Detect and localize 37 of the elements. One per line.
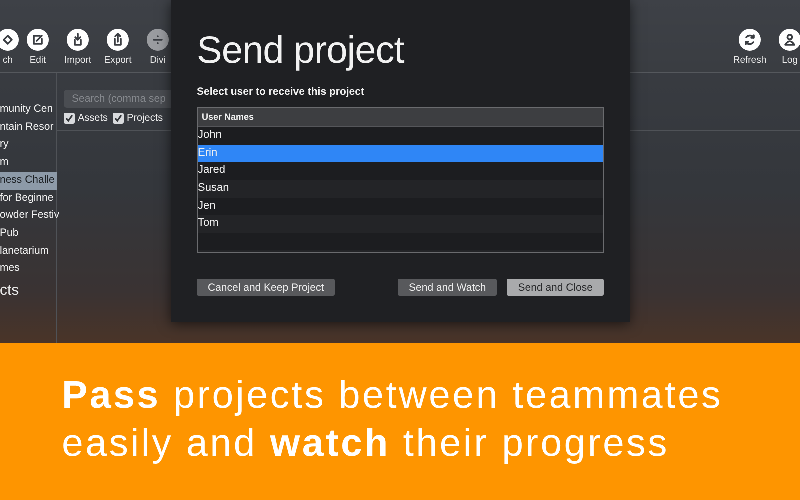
sidebar-item[interactable]: ness Challe — [0, 172, 57, 190]
table-row[interactable]: Tom — [198, 215, 603, 234]
divide-icon — [147, 29, 169, 51]
default-button[interactable]: Send and Close — [507, 279, 604, 296]
sidebar-item[interactable]: ry — [0, 136, 11, 154]
sidebar-item[interactable]: mes — [0, 260, 22, 278]
filter-checkbox[interactable]: Projects — [113, 113, 164, 124]
dialog-button[interactable]: Send and Watch — [398, 279, 498, 296]
sidebar-item[interactable]: for Beginne — [0, 190, 56, 208]
toolbar-button[interactable]: Log — [770, 29, 800, 66]
checkbox[interactable] — [64, 113, 75, 124]
toolbar-button[interactable]: Divi — [138, 29, 178, 66]
export-icon — [107, 29, 129, 51]
sidebar-item[interactable]: m — [0, 154, 11, 172]
sidebar-item[interactable]: Pub — [0, 224, 21, 243]
section-heading: cts — [0, 282, 20, 300]
dialog-title: Send project — [197, 30, 406, 72]
dialog-button[interactable]: Cancel and Keep Project — [197, 279, 336, 296]
import-icon — [67, 29, 89, 51]
edit-icon — [27, 29, 49, 51]
table-row[interactable]: Susan — [198, 180, 603, 198]
sidebar-item[interactable]: ntain Resor — [0, 118, 56, 136]
refresh-icon — [739, 29, 761, 51]
sidebar-item[interactable]: lanetarium — [0, 242, 52, 260]
toolbar-button[interactable]: Import — [58, 29, 98, 66]
toolbar-button[interactable]: Refresh — [730, 29, 770, 66]
toolbar-button[interactable]: ch — [0, 29, 18, 66]
user-icon — [779, 29, 800, 51]
banner-text: Pass projects between teammates — [62, 373, 724, 419]
toolbar-button[interactable]: Export — [98, 29, 138, 66]
banner-text: easily and watch their progress — [62, 421, 670, 467]
filter-checkbox[interactable]: Assets — [64, 113, 108, 124]
sidebar-item[interactable]: owder Festiv — [0, 207, 62, 225]
checkbox[interactable] — [113, 113, 124, 124]
column-header: User Names — [198, 108, 603, 127]
sidebar-item[interactable]: munity Cen — [0, 101, 56, 119]
toolbar-button[interactable]: Edit — [18, 29, 58, 66]
